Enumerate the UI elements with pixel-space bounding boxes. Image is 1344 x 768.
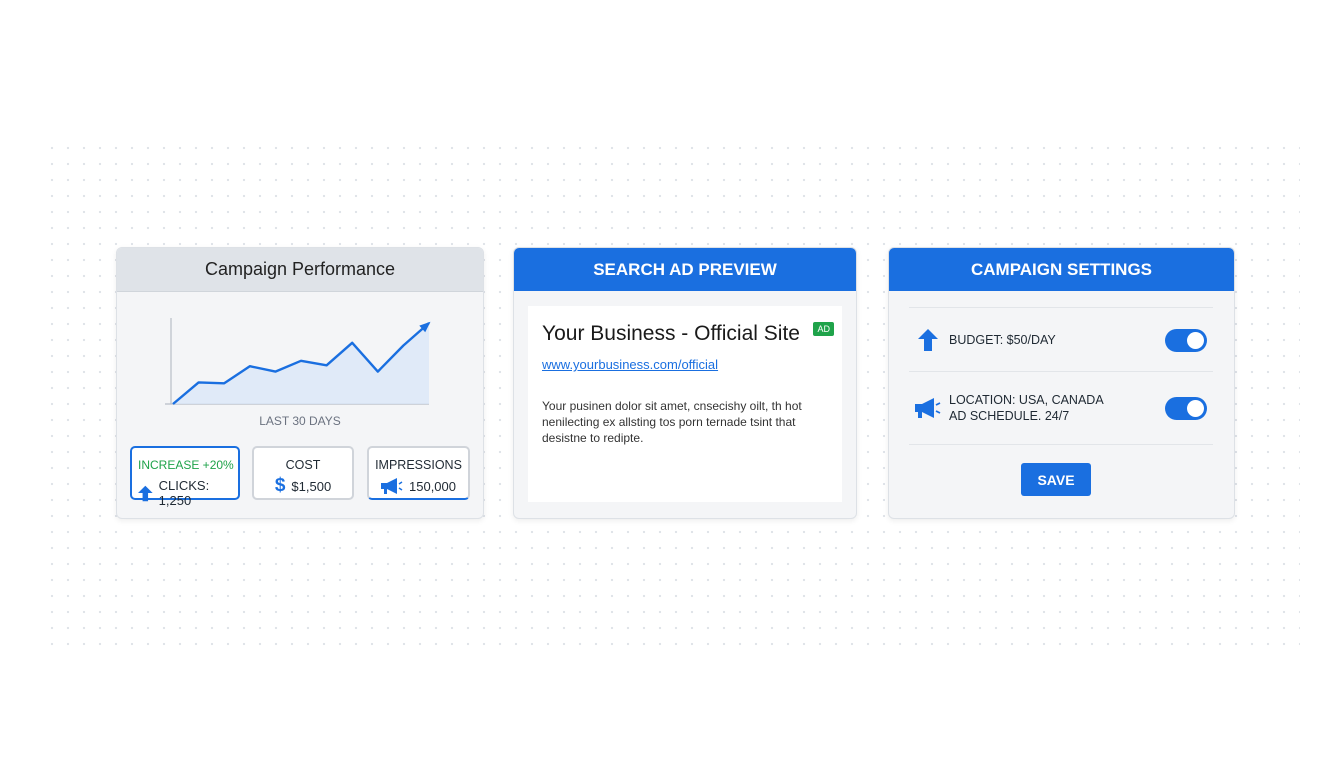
- location-label: LOCATION: USA, CANADA: [949, 393, 1104, 407]
- clicks-row: CLICKS: 1,250: [132, 478, 238, 508]
- campaign-settings-card: CAMPAIGN SETTINGS BUDGET: $50/DAY LOCATI…: [888, 247, 1235, 519]
- campaign-performance-card: Campaign Performance LAST 30 DAYS INCREA…: [116, 247, 484, 519]
- chart-area: [173, 323, 429, 404]
- cost-stat[interactable]: COST $ $1,500: [252, 446, 354, 500]
- location-schedule-text: LOCATION: USA, CANADA AD SCHEDULE. 24/7: [949, 392, 1165, 424]
- budget-toggle[interactable]: [1165, 328, 1207, 352]
- cost-label: COST: [285, 458, 321, 472]
- impressions-stat[interactable]: IMPRESSIONS 150,000: [367, 446, 470, 500]
- impressions-label: IMPRESSIONS: [375, 458, 462, 472]
- schedule-label: AD SCHEDULE. 24/7: [949, 409, 1070, 423]
- ad-headline[interactable]: Your Business - Official Site: [542, 322, 800, 346]
- campaign-performance-title: Campaign Performance: [117, 248, 483, 292]
- megaphone-icon: [915, 398, 941, 418]
- budget-setting-row: BUDGET: $50/DAY: [909, 307, 1213, 372]
- clicks-stat[interactable]: INCREASE +20% CLICKS: 1,250: [130, 446, 240, 508]
- stage: Campaign Performance LAST 30 DAYS INCREA…: [0, 0, 1344, 768]
- cost-row: $ $1,500: [254, 475, 352, 496]
- chart-period-caption: LAST 30 DAYS: [259, 414, 341, 428]
- increase-label: INCREASE +20%: [138, 458, 234, 472]
- clicks-value: CLICKS: 1,250: [158, 478, 210, 508]
- ad-preview-body: Your Business - Official Site AD www.you…: [528, 306, 842, 502]
- arrow-up-icon: [918, 329, 938, 351]
- arrow-up-icon: [138, 485, 153, 501]
- impressions-row: 150,000: [369, 478, 468, 494]
- ad-description: Your pusinen dolor sit amet, cnsecishy o…: [542, 399, 802, 445]
- campaign-settings-title: CAMPAIGN SETTINGS: [889, 248, 1234, 291]
- megaphone-icon: [381, 478, 403, 494]
- search-ad-preview-card: SEARCH AD PREVIEW Your Business - Offici…: [513, 247, 857, 519]
- clicks-change: INCREASE +20%: [132, 458, 238, 472]
- dollar-icon: $: [274, 475, 286, 496]
- location-toggle[interactable]: [1165, 396, 1207, 420]
- budget-icon-wrap: [913, 329, 943, 351]
- performance-chart-svg: [165, 318, 431, 405]
- cost-value: $1,500: [291, 478, 332, 494]
- budget-label: BUDGET: $50/DAY: [949, 333, 1056, 347]
- location-setting-row: LOCATION: USA, CANADA AD SCHEDULE. 24/7: [909, 371, 1213, 445]
- ad-url-link[interactable]: www.yourbusiness.com/official: [542, 357, 718, 372]
- performance-chart: [117, 292, 483, 405]
- search-ad-preview-title: SEARCH AD PREVIEW: [514, 248, 856, 291]
- impressions-value: 150,000: [409, 478, 456, 494]
- save-button[interactable]: SAVE: [1021, 463, 1091, 496]
- location-icon-wrap: [913, 398, 943, 418]
- ad-badge: AD: [813, 322, 834, 336]
